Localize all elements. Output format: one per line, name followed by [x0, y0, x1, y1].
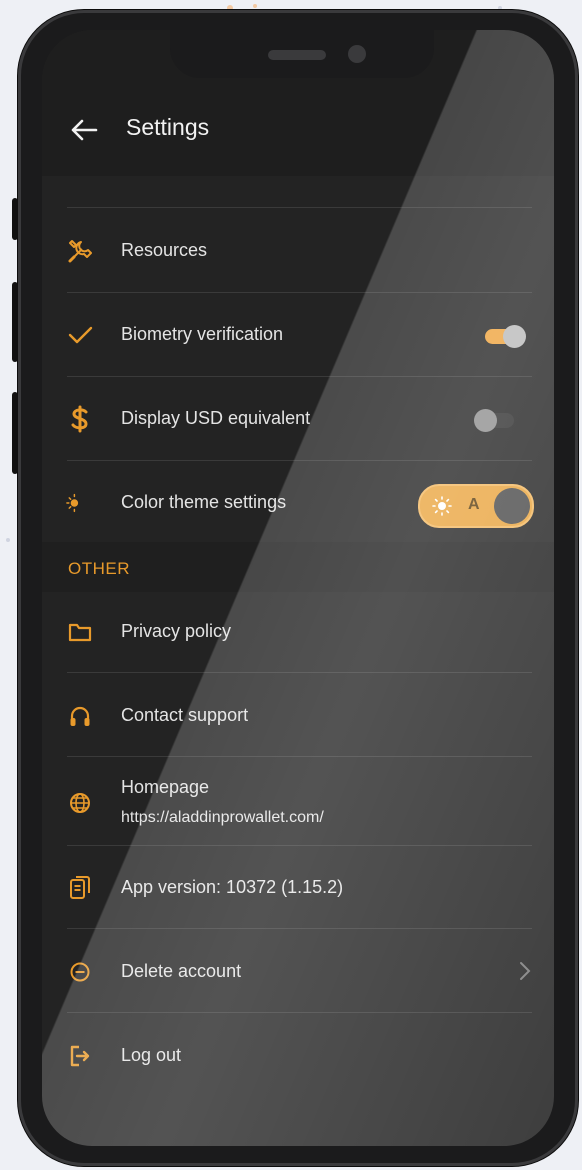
row-label: App version: 10372 (1.15.2)	[121, 877, 344, 897]
settings-row-privacy-policy[interactable]: Privacy policy	[42, 591, 554, 673]
homepage-url[interactable]: https://aladdinprowallet.com/	[121, 809, 324, 827]
app-screen: Settings Resources Biometry verification…	[42, 30, 554, 1146]
globe-icon	[66, 789, 94, 817]
theme-icon	[66, 489, 94, 517]
row-label: Homepage	[121, 777, 210, 797]
divider	[67, 460, 532, 461]
toggle-thumb	[474, 409, 497, 432]
settings-row-log-out[interactable]: Log out	[42, 1015, 554, 1097]
row-label: Biometry verification	[121, 324, 284, 344]
minus-circle-icon	[66, 958, 94, 986]
logout-icon	[66, 1042, 94, 1070]
side-button-mute	[12, 198, 18, 240]
settings-row-contact-support[interactable]: Contact support	[42, 675, 554, 757]
back-arrow-icon[interactable]	[70, 118, 98, 142]
theme-switch[interactable]: A	[418, 484, 534, 528]
row-label: Color theme settings	[121, 492, 287, 512]
settings-row-usd[interactable]: Display USD equivalent	[42, 378, 554, 460]
divider	[67, 845, 532, 846]
divider	[67, 376, 532, 377]
phone-frame: Settings Resources Biometry verification…	[12, 10, 578, 1166]
settings-row-color-theme[interactable]: Color theme settings A	[42, 462, 554, 544]
check-icon	[66, 321, 94, 349]
row-label: Contact support	[121, 705, 249, 725]
divider	[67, 207, 532, 208]
row-label: Display USD equivalent	[121, 408, 311, 428]
usd-toggle[interactable]	[474, 409, 520, 432]
auto-theme-label: A	[468, 496, 480, 513]
divider	[67, 928, 532, 929]
folder-icon	[66, 618, 94, 646]
divider	[67, 672, 532, 673]
notch	[170, 30, 434, 78]
settings-row-app-version: App version: 10372 (1.15.2)	[42, 847, 554, 929]
row-label: Log out	[121, 1045, 182, 1065]
row-label: Delete account	[121, 961, 242, 981]
tools-icon	[66, 237, 94, 265]
headphones-icon	[66, 702, 94, 730]
divider	[67, 1012, 532, 1013]
section-title-other: OTHER	[68, 559, 130, 578]
document-icon	[66, 874, 94, 902]
dollar-icon	[66, 405, 94, 433]
biometry-toggle[interactable]	[483, 325, 529, 348]
settings-row-resources[interactable]: Resources	[42, 210, 554, 292]
theme-switch-knob	[494, 488, 530, 524]
settings-row-delete-account[interactable]: Delete account	[42, 931, 554, 1013]
settings-row-biometry[interactable]: Biometry verification	[42, 294, 554, 376]
front-camera	[348, 45, 366, 63]
toggle-thumb	[503, 325, 526, 348]
settings-row-homepage[interactable]: Homepage https://aladdinprowallet.com/	[42, 757, 554, 845]
side-button-volume-up	[12, 282, 18, 362]
chevron-right-icon	[520, 962, 531, 980]
sun-icon	[432, 496, 452, 516]
page-title: Settings	[126, 114, 210, 140]
divider	[67, 292, 532, 293]
row-label: Resources	[121, 240, 208, 260]
row-label: Privacy policy	[121, 621, 232, 641]
side-button-volume-down	[12, 392, 18, 474]
speaker	[268, 50, 326, 60]
